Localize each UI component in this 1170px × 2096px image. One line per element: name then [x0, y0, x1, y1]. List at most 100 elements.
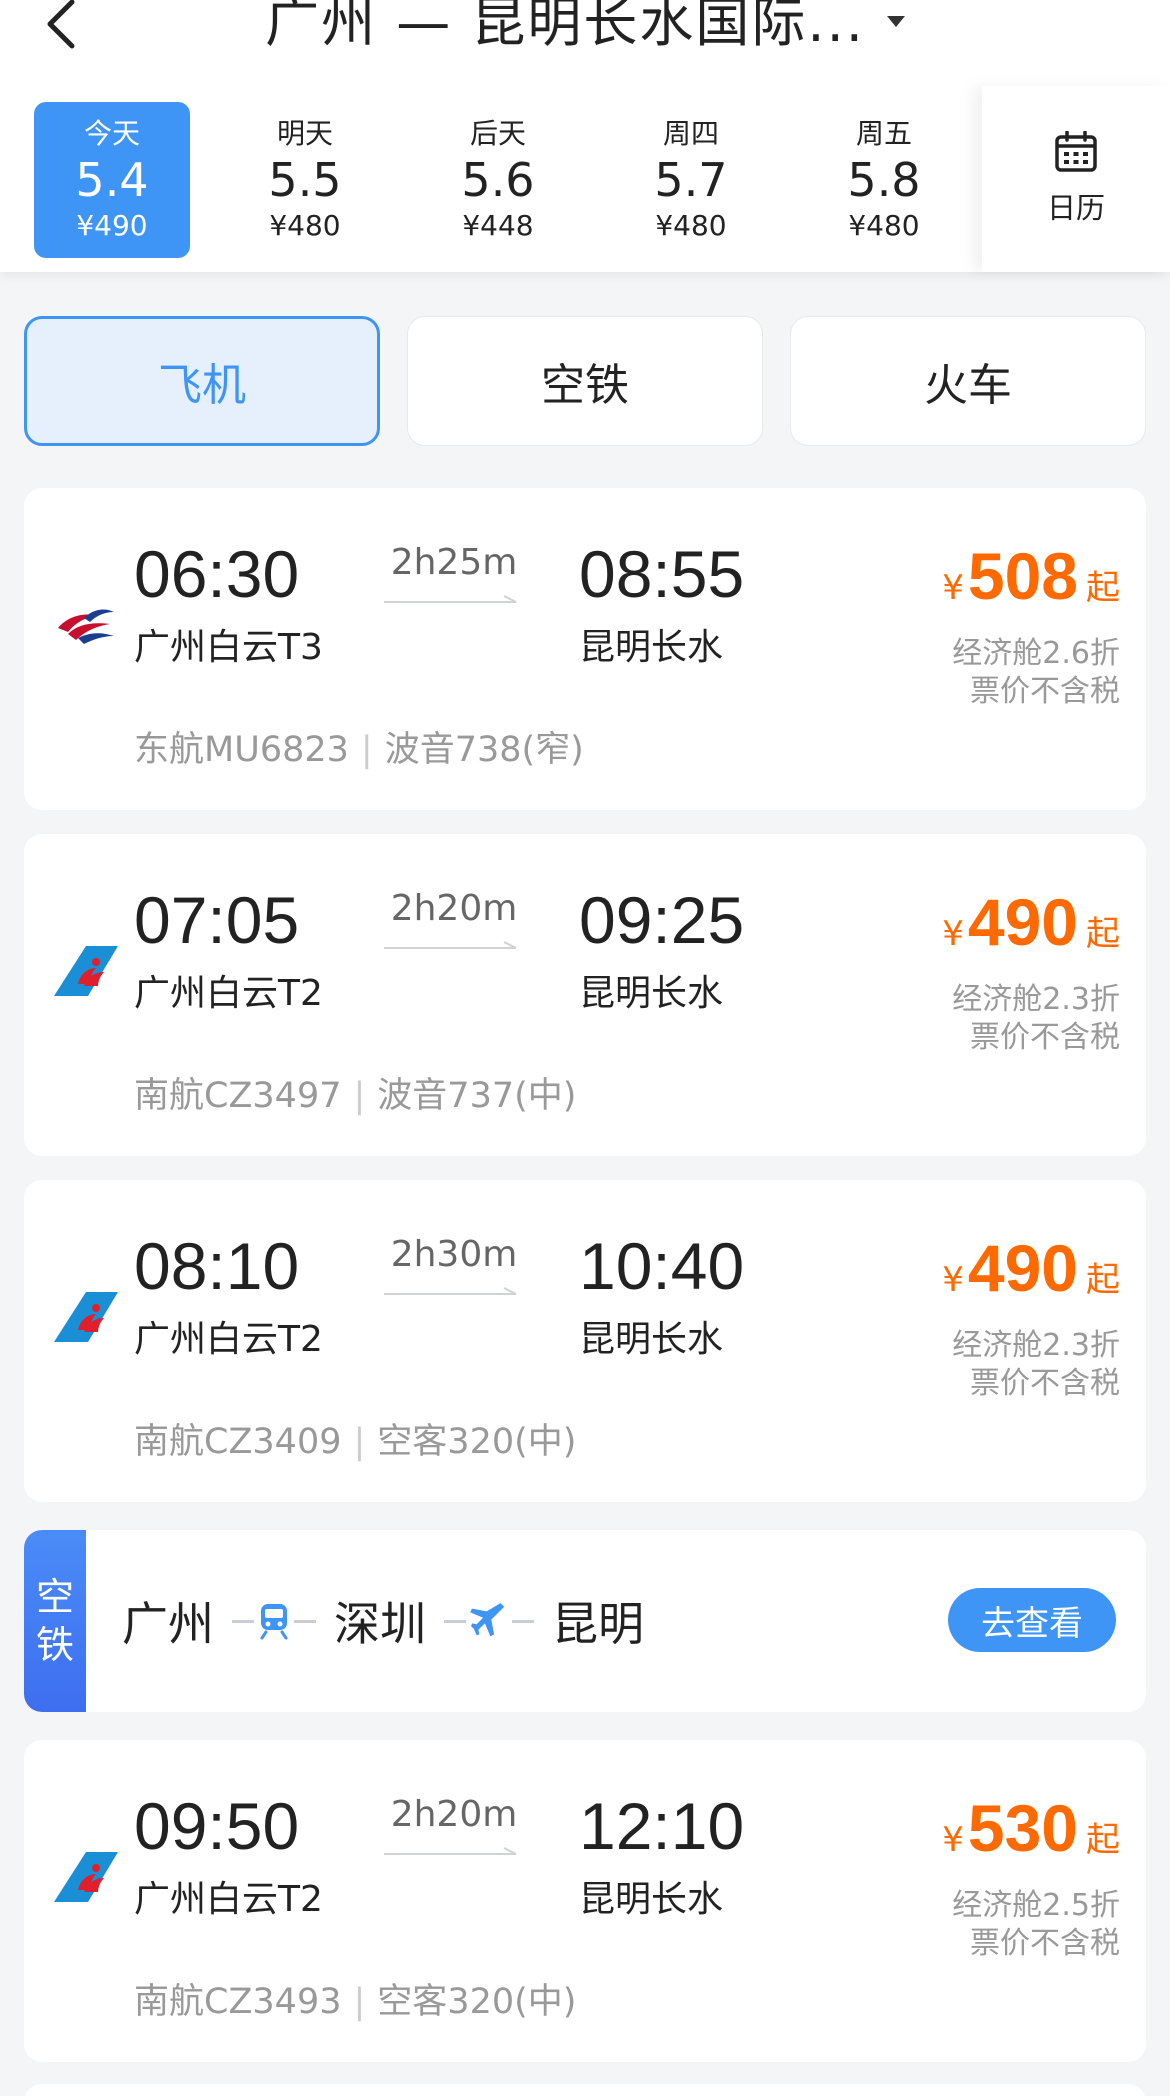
flight-card[interactable]: 06:30 2h25m 08:55 广州白云T3 昆明长水 东航MU6823 | 波音738(… — [24, 488, 1146, 810]
duration-arrow-icon — [384, 595, 517, 603]
arrival-airport: 昆明长水 — [579, 1319, 724, 1360]
price-suffix: 起 — [1086, 914, 1120, 954]
date-price: ¥480 — [848, 209, 920, 242]
tax-note: 票价不含税 — [970, 1366, 1120, 1401]
top-header: 广州 — 昆明长水国际... 今天 5.4 ¥490 明天 5.5 ¥480 后天 5.6 ¥4… — [0, 0, 1170, 272]
departure-airport: 广州白云T3 — [134, 627, 323, 668]
price-amount: 490 — [967, 1231, 1078, 1305]
price-currency: ¥ — [942, 568, 964, 608]
departure-time: 06:30 — [134, 537, 300, 611]
price-suffix: 起 — [1086, 1260, 1120, 1300]
flight-card[interactable]: 09:50 2h20m 12:10 广州白云T2 昆明长水南航CZ3493 | 空客320(… — [24, 1740, 1146, 2062]
arrival-airport: 昆明长水 — [579, 973, 724, 1014]
flight-info: 南航CZ3409 | 空客320(中) — [134, 1422, 577, 1462]
date-value: 5.7 — [654, 153, 728, 207]
arrival-time: 09:25 — [579, 883, 745, 957]
date-value: 5.5 — [268, 153, 342, 207]
price-amount: 530 — [967, 1791, 1078, 1865]
flight-duration: 2h20m — [390, 888, 518, 929]
date-item[interactable]: 今天 5.4 ¥490 — [34, 102, 190, 258]
flight-number: 东航MU6823 — [134, 730, 349, 770]
flight-number: 南航CZ3497 — [134, 1076, 342, 1116]
price-amount: 490 — [967, 885, 1078, 959]
price-suffix: 起 — [1086, 568, 1120, 608]
departure-time: 07:05 — [134, 883, 300, 957]
date-item[interactable]: 后天 5.6 ¥448 — [420, 102, 576, 258]
departure-airport: 广州白云T2 — [134, 1319, 323, 1360]
flight-info: 南航CZ3497 | 波音737(中) — [134, 1076, 577, 1116]
next-card-peek — [24, 2084, 1146, 2096]
departure-airport: 广州白云T2 — [134, 973, 323, 1014]
air-rail-tag: 空 铁 — [24, 1530, 86, 1712]
flight-info: 南航CZ3493 | 空客320(中) — [134, 1982, 577, 2022]
tab-air-rail[interactable]: 空铁 — [407, 316, 763, 446]
aircraft-type: 空客320(中) — [377, 1422, 577, 1462]
view-air-rail-button[interactable]: 去查看 — [948, 1588, 1116, 1652]
arrival-airport: 昆明长水 — [579, 1879, 724, 1920]
air-rail-from: 广州 — [122, 1597, 214, 1651]
price-suffix: 起 — [1086, 1820, 1120, 1860]
tab-flight[interactable]: 飞机 — [24, 316, 380, 446]
tab-train[interactable]: 火车 — [790, 316, 1146, 446]
arrival-time: 08:55 — [579, 537, 745, 611]
plane-icon — [470, 1603, 505, 1637]
flight-duration: 2h25m — [390, 542, 518, 583]
tax-note: 票价不含税 — [970, 674, 1120, 709]
date-value: 5.4 — [75, 153, 149, 207]
date-strip: 今天 5.4 ¥490 明天 5.5 ¥480 后天 5.6 ¥448 周四 5.7 ¥480 周五 5.… — [34, 102, 999, 258]
flight-info: 东航MU6823 | 波音738(窄) — [134, 730, 584, 770]
tax-note: 票价不含税 — [970, 1926, 1120, 1961]
flight-number: 南航CZ3409 — [134, 1422, 342, 1462]
air-rail-tag-line1: 空 — [35, 1575, 74, 1619]
date-item[interactable]: 周四 5.7 ¥480 — [613, 102, 769, 258]
price-currency: ¥ — [942, 1260, 964, 1300]
date-label: 今天 — [83, 117, 140, 150]
air-rail-banner[interactable]: 空 铁 广州 深圳 昆明 去查看 — [24, 1530, 1146, 1712]
china-southern-logo — [54, 940, 118, 1004]
date-label: 周四 — [662, 117, 719, 150]
price-amount: 508 — [967, 539, 1078, 613]
date-value: 5.6 — [461, 153, 535, 207]
aircraft-type: 空客320(中) — [377, 1982, 577, 2022]
caret-down-icon — [886, 15, 905, 27]
arrival-time: 12:10 — [579, 1789, 745, 1863]
air-rail-via: 深圳 — [334, 1597, 426, 1651]
departure-airport: 广州白云T2 — [134, 1879, 323, 1920]
flight-card[interactable]: 08:10 2h30m 10:40 广州白云T2 昆明长水南航CZ3409 | 空客320(… — [24, 1180, 1146, 1502]
price-currency: ¥ — [942, 914, 964, 954]
duration-arrow-icon — [384, 1847, 517, 1855]
tax-note: 票价不含税 — [970, 1020, 1120, 1055]
date-price: ¥480 — [269, 209, 341, 242]
route-title[interactable]: 广州 — 昆明长水国际... — [0, 0, 1170, 54]
flight-duration: 2h20m — [390, 1794, 518, 1835]
china-southern-logo — [54, 1286, 118, 1350]
calendar-icon — [1055, 131, 1097, 172]
flight-duration: 2h30m — [390, 1234, 518, 1275]
flight-number: 南航CZ3493 — [134, 1982, 342, 2022]
route-title-text: 广州 — 昆明长水国际... — [265, 0, 865, 54]
duration-arrow-icon — [384, 1287, 517, 1295]
departure-time: 08:10 — [134, 1229, 300, 1303]
price-currency: ¥ — [942, 1820, 964, 1860]
price: ¥530 起 — [942, 1788, 1120, 1868]
train-icon — [260, 1604, 288, 1640]
date-value: 5.8 — [847, 153, 921, 207]
date-label: 周五 — [855, 117, 912, 150]
calendar-button[interactable]: 日历 — [982, 86, 1170, 272]
date-price: ¥490 — [76, 209, 148, 242]
date-item[interactable]: 明天 5.5 ¥480 — [227, 102, 383, 258]
transport-tabs: 飞机 空铁 火车 — [24, 316, 1146, 448]
date-label: 后天 — [469, 117, 526, 150]
arrival-time: 10:40 — [579, 1229, 745, 1303]
china-southern-logo — [54, 1846, 118, 1910]
air-rail-tag-line2: 铁 — [35, 1623, 74, 1667]
air-rail-to: 昆明 — [552, 1597, 644, 1651]
flight-card[interactable]: 07:05 2h20m 09:25 广州白云T2 昆明长水南航CZ3497 | 波音737(… — [24, 834, 1146, 1156]
price: ¥490 起 — [942, 882, 1120, 962]
date-price: ¥448 — [462, 209, 534, 242]
date-label: 明天 — [276, 117, 333, 150]
departure-time: 09:50 — [134, 1789, 300, 1863]
air-rail-route: 广州 深圳 昆明 — [122, 1530, 644, 1712]
date-item[interactable]: 周五 5.8 ¥480 — [806, 102, 962, 258]
duration-arrow-icon — [384, 941, 517, 949]
